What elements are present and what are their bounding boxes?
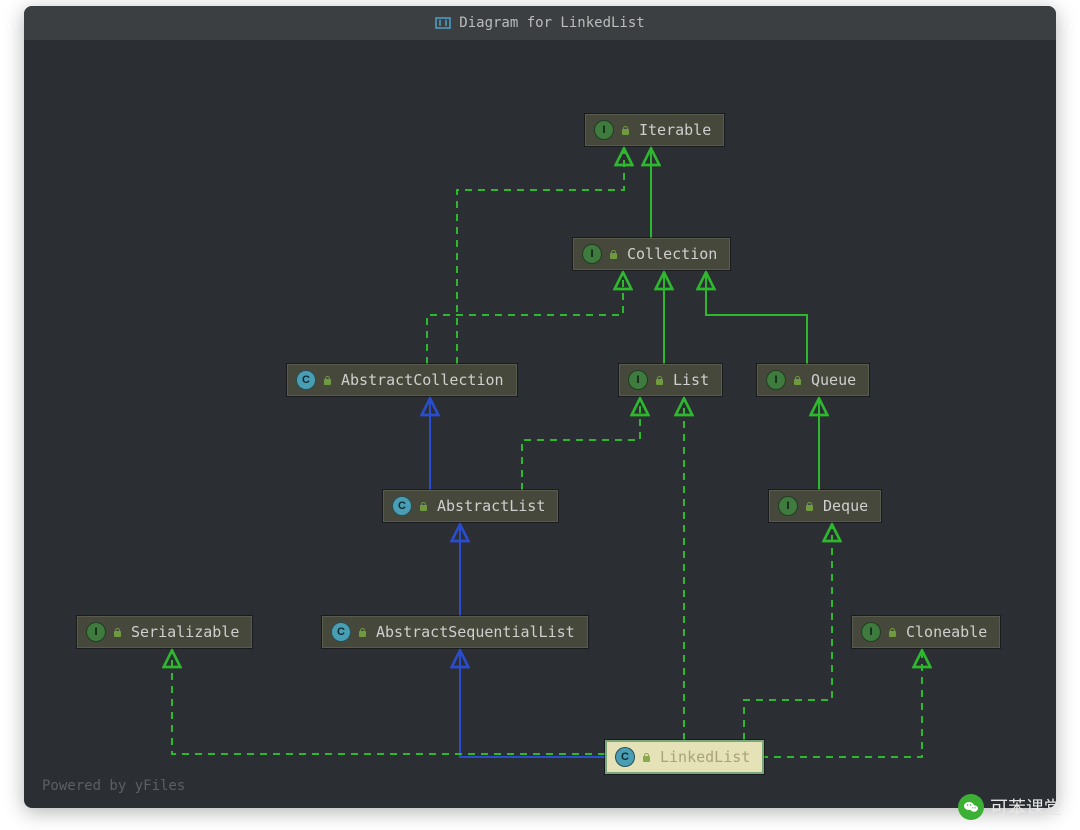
node-label: Cloneable bbox=[906, 623, 987, 641]
class-badge-icon: C bbox=[296, 370, 316, 390]
watermark: 可苯课堂 bbox=[958, 794, 1062, 820]
node-Iterable[interactable]: I Iterable bbox=[585, 114, 724, 146]
node-label: Queue bbox=[811, 371, 856, 389]
edge-LinkedList-to-Cloneable bbox=[761, 652, 922, 757]
title-bar: Diagram for LinkedList bbox=[24, 6, 1056, 40]
edge-AbstractList-to-List bbox=[522, 400, 640, 490]
node-AbstractSequentialList[interactable]: C AbstractSequentialList bbox=[322, 616, 588, 648]
class-badge-icon: C bbox=[331, 622, 351, 642]
interface-badge-icon: I bbox=[778, 496, 798, 516]
node-label: Collection bbox=[627, 245, 717, 263]
node-label: AbstractCollection bbox=[341, 371, 504, 389]
interface-badge-icon: I bbox=[582, 244, 602, 264]
node-label: AbstractList bbox=[437, 497, 545, 515]
lock-icon bbox=[804, 501, 815, 512]
node-label: Deque bbox=[823, 497, 868, 515]
edge-LinkedList-to-Deque bbox=[744, 526, 832, 740]
diagram-canvas[interactable]: I Iterable I Collection C AbstractCollection I… bbox=[24, 40, 1056, 808]
interface-badge-icon: I bbox=[628, 370, 648, 390]
watermark-text: 可苯课堂 bbox=[990, 794, 1062, 820]
node-Cloneable[interactable]: I Cloneable bbox=[852, 616, 1000, 648]
lock-icon bbox=[887, 627, 898, 638]
node-List[interactable]: I List bbox=[619, 364, 722, 396]
lock-icon bbox=[112, 627, 123, 638]
lock-icon bbox=[418, 501, 429, 512]
node-label: Serializable bbox=[131, 623, 239, 641]
diagram-window: Diagram for LinkedList I Iterable I Collect… bbox=[24, 6, 1056, 808]
wechat-icon bbox=[958, 794, 984, 820]
node-AbstractList[interactable]: C AbstractList bbox=[383, 490, 558, 522]
window-title: Diagram for LinkedList bbox=[459, 15, 644, 31]
edge-LinkedList-to-AbstractSequentialList bbox=[460, 652, 624, 757]
class-badge-icon: C bbox=[615, 747, 635, 767]
credit-text: Powered by yFiles bbox=[42, 778, 185, 794]
node-Collection[interactable]: I Collection bbox=[573, 238, 730, 270]
diagram-icon bbox=[435, 15, 451, 31]
lock-icon bbox=[322, 375, 333, 386]
edge-LinkedList-to-Serializable bbox=[172, 652, 605, 754]
node-label: LinkedList bbox=[660, 748, 750, 766]
lock-icon bbox=[641, 752, 652, 763]
class-badge-icon: C bbox=[392, 496, 412, 516]
lock-icon bbox=[357, 627, 368, 638]
edge-AbstractCollection-to-Collection bbox=[427, 274, 623, 364]
interface-badge-icon: I bbox=[861, 622, 881, 642]
node-Serializable[interactable]: I Serializable bbox=[77, 616, 252, 648]
edges-layer bbox=[24, 40, 1056, 808]
lock-icon bbox=[792, 375, 803, 386]
lock-icon bbox=[608, 249, 619, 260]
node-Queue[interactable]: I Queue bbox=[757, 364, 869, 396]
interface-badge-icon: I bbox=[86, 622, 106, 642]
lock-icon bbox=[654, 375, 665, 386]
node-LinkedList[interactable]: C LinkedList bbox=[605, 740, 764, 774]
edge-Queue-to-Collection bbox=[706, 274, 807, 364]
node-AbstractCollection[interactable]: C AbstractCollection bbox=[287, 364, 517, 396]
lock-icon bbox=[620, 125, 631, 136]
node-Deque[interactable]: I Deque bbox=[769, 490, 881, 522]
node-label: AbstractSequentialList bbox=[376, 623, 575, 641]
node-label: List bbox=[673, 371, 709, 389]
interface-badge-icon: I bbox=[594, 120, 614, 140]
node-label: Iterable bbox=[639, 121, 711, 139]
interface-badge-icon: I bbox=[766, 370, 786, 390]
